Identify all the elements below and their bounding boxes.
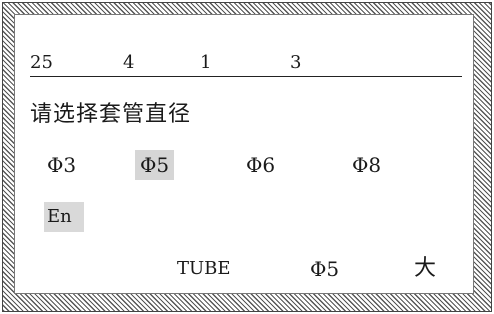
footer-type-label: TUBE xyxy=(177,258,231,279)
status-value-4: 3 xyxy=(290,52,302,73)
option-phi8[interactable]: Φ8 xyxy=(347,150,386,180)
prompt-text: 请选择套管直径 xyxy=(30,102,192,127)
status-row: 25 4 1 3 xyxy=(30,50,462,77)
language-button[interactable]: En xyxy=(44,202,84,232)
status-value-3: 1 xyxy=(200,52,212,73)
option-phi6[interactable]: Φ6 xyxy=(241,150,280,180)
option-phi3[interactable]: Φ3 xyxy=(42,150,81,180)
footer-size: 大 xyxy=(414,256,437,281)
option-phi5[interactable]: Φ5 xyxy=(135,150,175,180)
status-value-1: 25 xyxy=(30,52,53,73)
footer-diameter: Φ5 xyxy=(310,257,340,281)
status-value-2: 4 xyxy=(123,52,135,73)
